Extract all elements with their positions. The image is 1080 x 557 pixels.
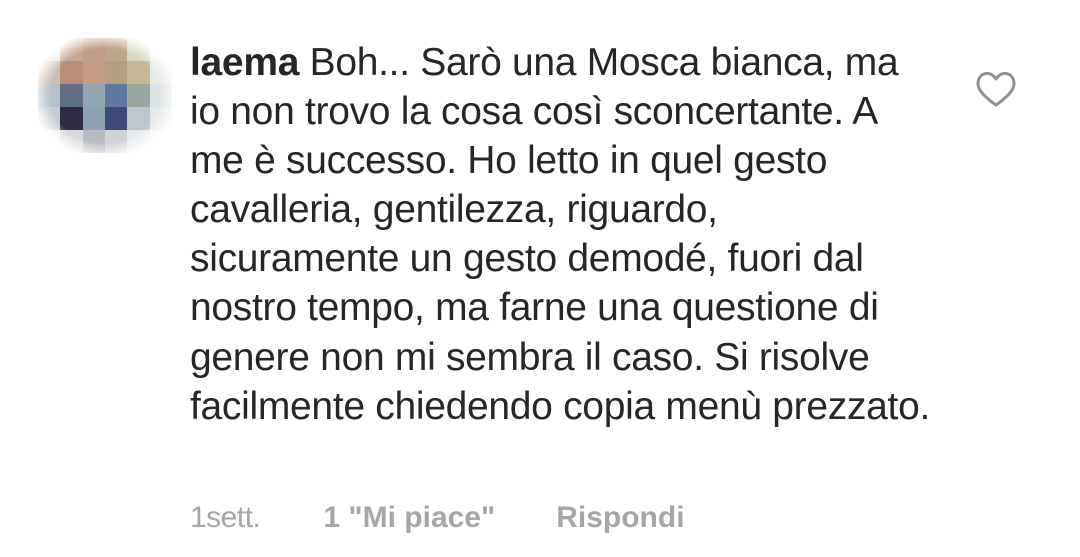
heart-outline-icon[interactable] [975,70,1017,108]
comment-username[interactable]: laema [190,41,299,84]
comment-timestamp: 1sett. [190,501,261,534]
reply-button[interactable]: Rispondi [556,501,684,535]
likes-count-link[interactable]: 1 "Mi piace" [323,501,495,535]
comment: laema Boh... Sarò una Mosca bianca, ma i… [0,0,1080,557]
comment-body: laema Boh... Sarò una Mosca bianca, ma i… [190,38,930,431]
comment-text: Boh... Sarò una Mosca bianca, ma io non … [190,41,930,428]
comment-meta: 1sett. 1 "Mi piace" Rispondi [190,496,685,540]
avatar[interactable] [38,38,172,153]
